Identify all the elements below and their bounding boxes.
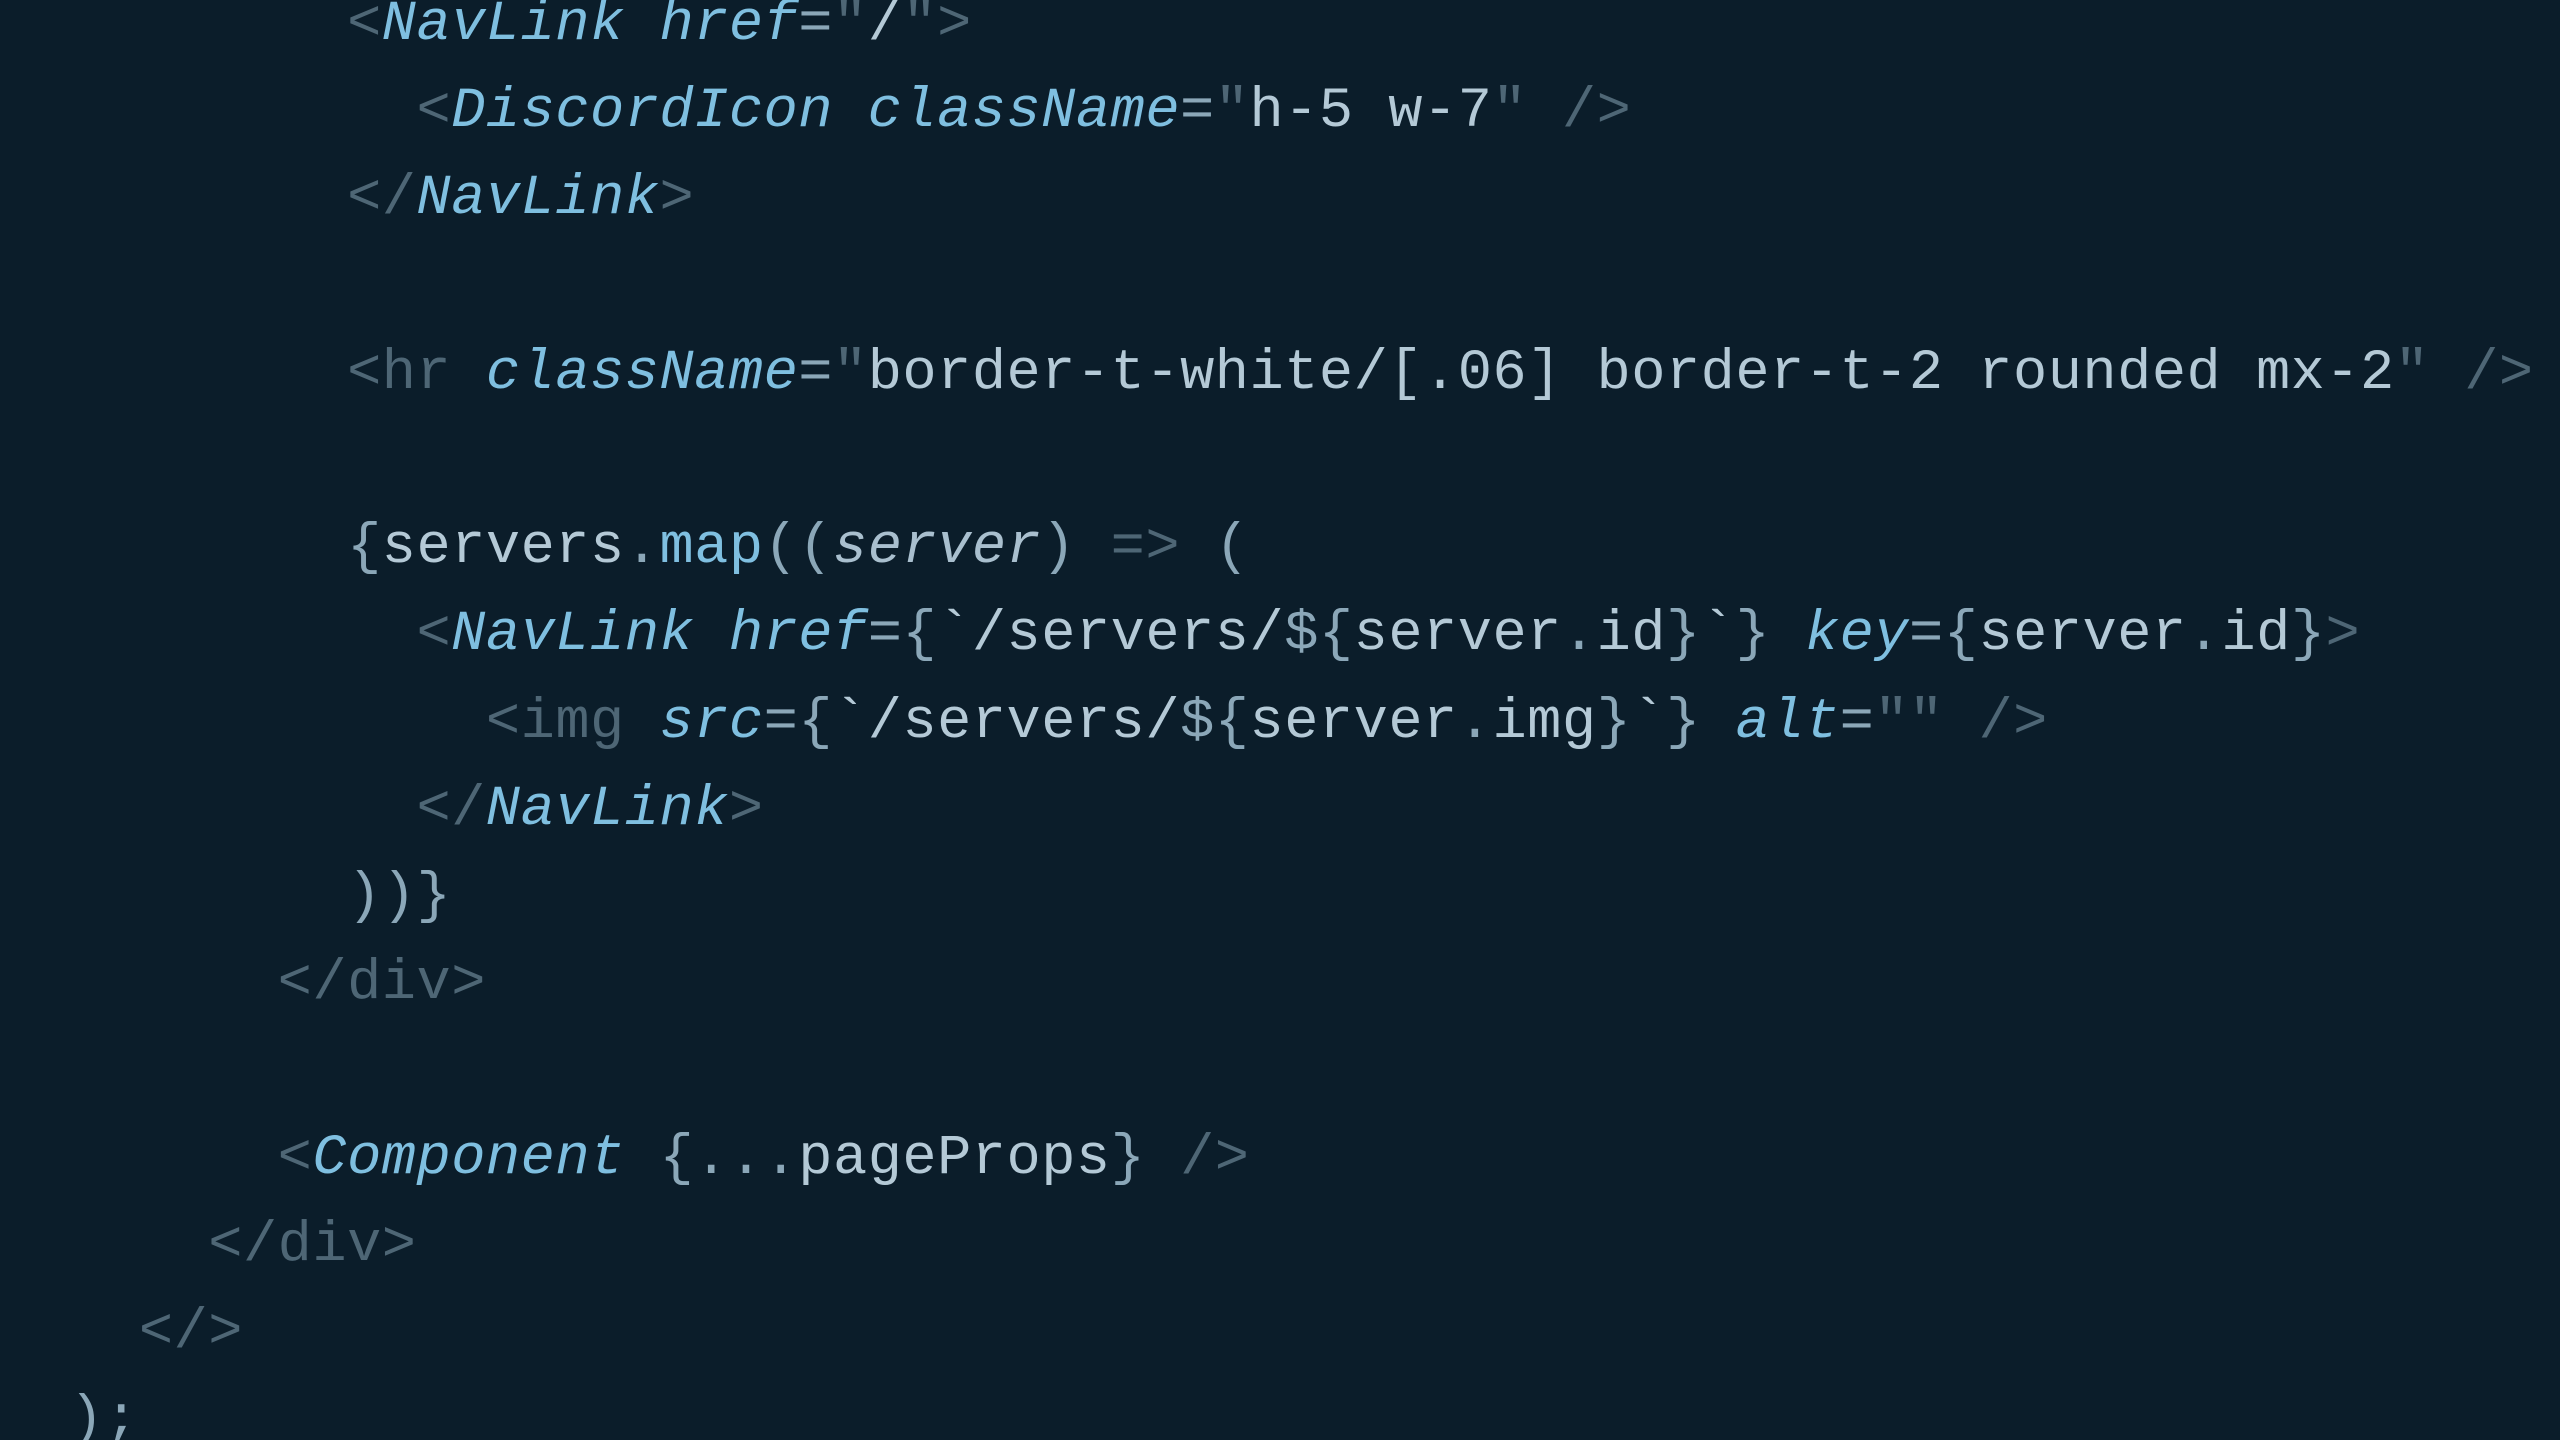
- code-line: <hr className="border-t-white/[.06] bord…: [0, 342, 2534, 406]
- html-tag: div: [278, 1214, 382, 1278]
- code-line: </div>: [0, 1214, 417, 1278]
- jsx-component: NavLink: [486, 778, 729, 842]
- code-line: </div>: [0, 952, 486, 1016]
- jsx-attr: alt: [1735, 691, 1839, 755]
- html-tag: img: [521, 691, 625, 755]
- param: server: [833, 516, 1041, 580]
- jsx-component: DiscordIcon: [451, 80, 833, 144]
- jsx-component: Component: [312, 1127, 624, 1191]
- jsx-attr: src: [659, 691, 763, 755]
- jsx-component: NavLink: [382, 0, 625, 57]
- code-line: <img src={`/servers/${server.img}`} alt=…: [0, 691, 2048, 755]
- jsx-attr: href: [659, 0, 798, 57]
- code-line: );: [0, 1388, 139, 1440]
- code-line: <NavLink href={`/servers/${server.id}`} …: [0, 603, 2360, 667]
- code-line: <DiscordIcon className="h-5 w-7" />: [0, 80, 1631, 144]
- jsx-component: NavLink: [451, 603, 694, 667]
- code-line: </NavLink>: [0, 167, 694, 231]
- jsx-attr: href: [729, 603, 868, 667]
- jsx-component: NavLink: [416, 167, 659, 231]
- code-line: <Component {...pageProps} />: [0, 1127, 1250, 1191]
- code-line: </NavLink>: [0, 778, 764, 842]
- code-line: <NavLink href="/">: [0, 0, 972, 57]
- jsx-attr: className: [868, 80, 1180, 144]
- method-call: map: [659, 516, 763, 580]
- jsx-attr: key: [1805, 603, 1909, 667]
- jsx-attr: className: [486, 342, 798, 406]
- code-editor[interactable]: <NavLink href="/"> <DiscordIcon classNam…: [0, 0, 2560, 1440]
- html-tag: hr: [382, 342, 451, 406]
- code-line: ))}: [0, 865, 451, 929]
- html-tag: div: [347, 952, 451, 1016]
- code-line: </>: [0, 1301, 243, 1365]
- code-line: {servers.map((server) => (: [0, 516, 1250, 580]
